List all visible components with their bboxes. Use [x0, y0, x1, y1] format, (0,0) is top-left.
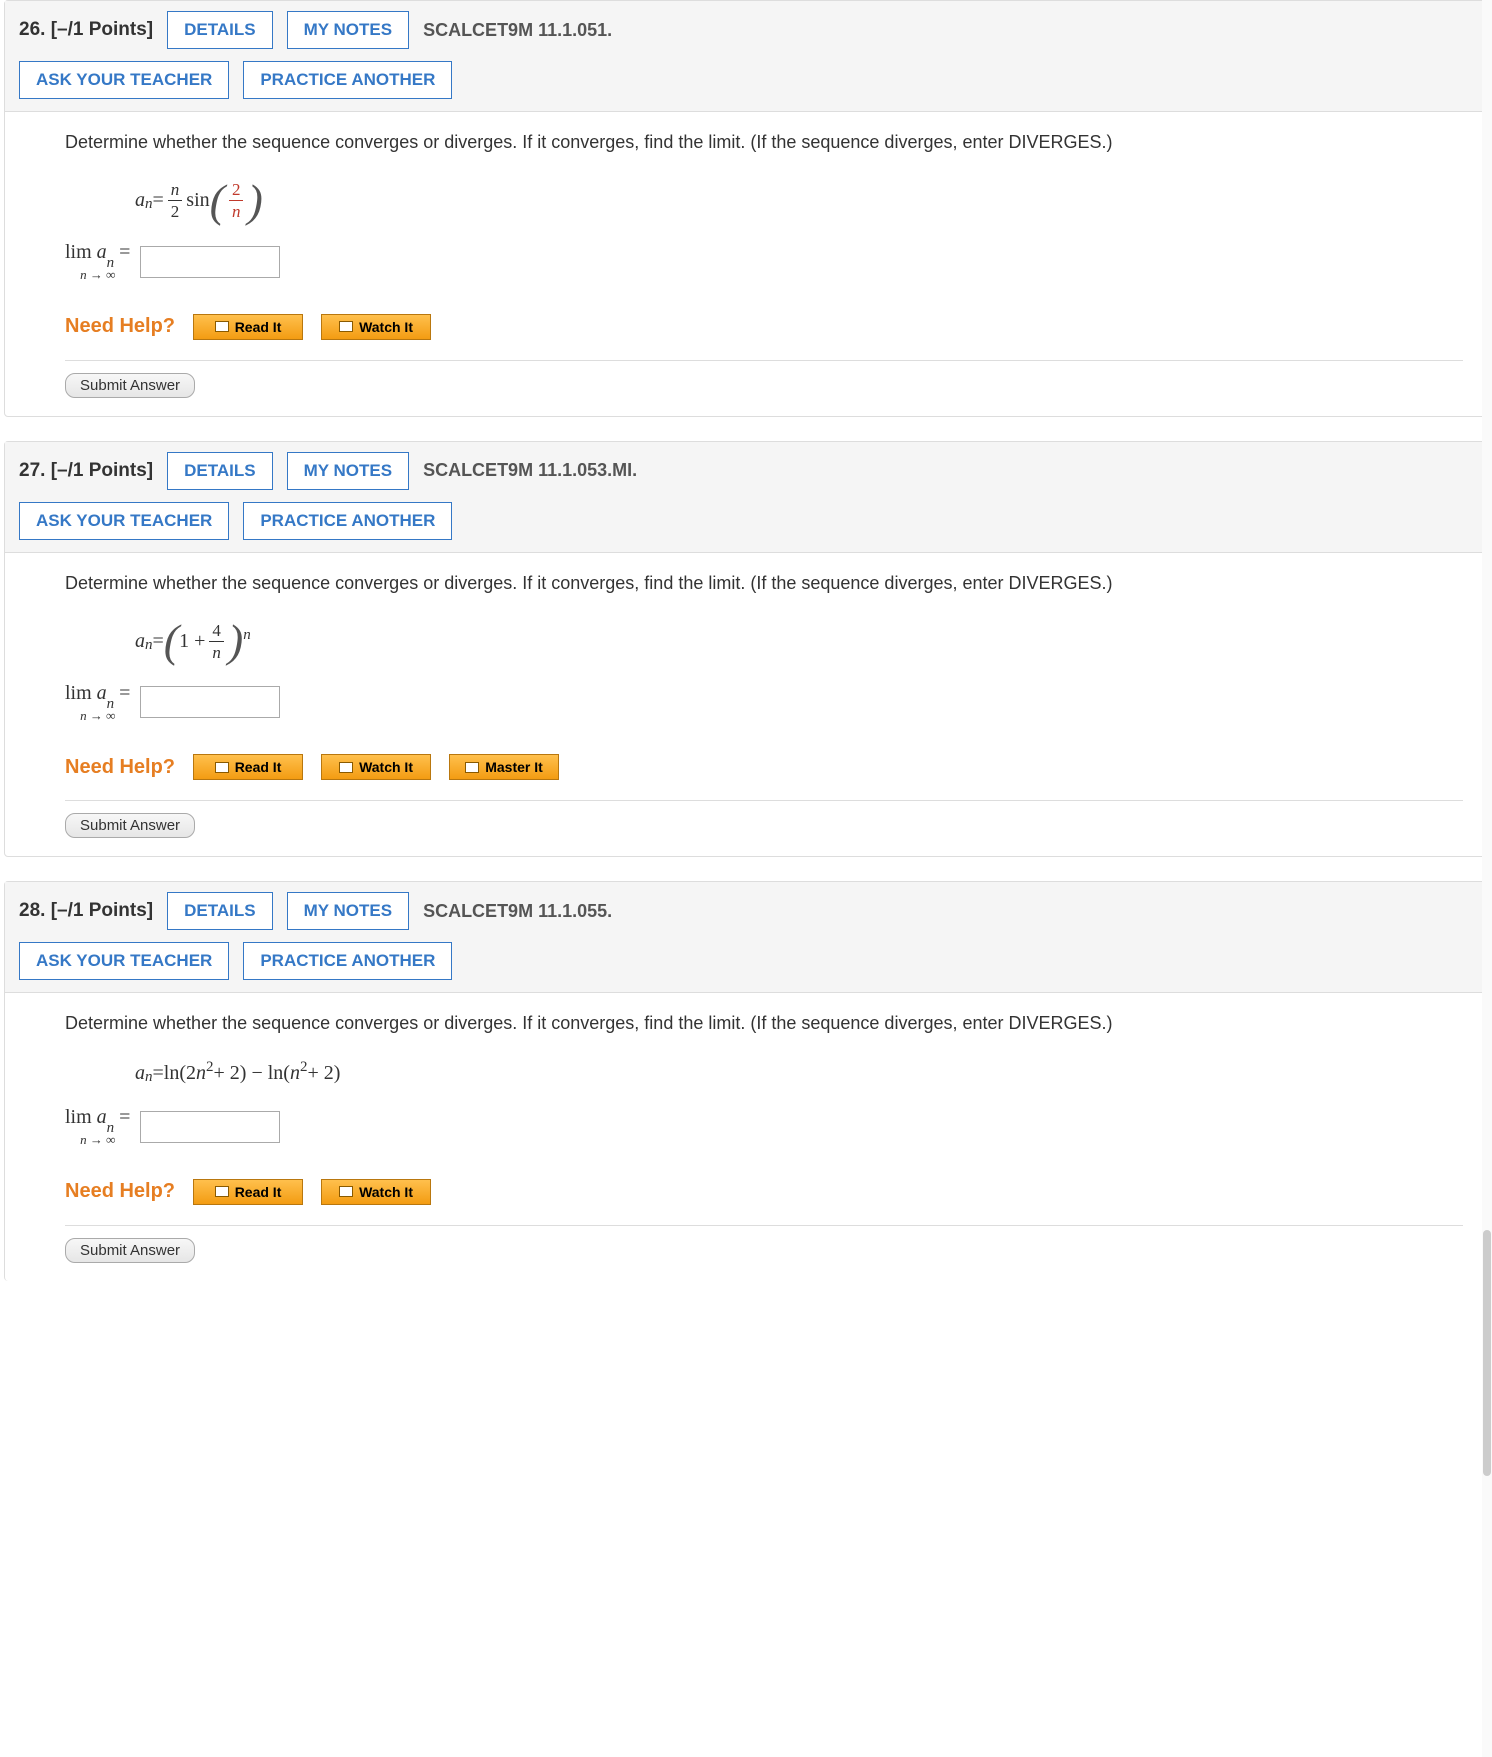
limit-row: lim an = n → ∞: [65, 683, 1463, 722]
reference-code: SCALCET9M 11.1.051.: [423, 20, 612, 41]
video-icon: [339, 1186, 353, 1197]
limit-expression: lim an = n → ∞: [65, 1107, 130, 1146]
ask-teacher-button[interactable]: ASK YOUR TEACHER: [19, 502, 229, 540]
book-icon: [215, 762, 229, 773]
submit-row: Submit Answer: [65, 1225, 1463, 1263]
need-help-label: Need Help?: [65, 1180, 175, 1203]
scrollbar[interactable]: [1482, 0, 1492, 1757]
limit-row: lim an = n → ∞: [65, 1107, 1463, 1146]
details-button[interactable]: DETAILS: [167, 892, 272, 930]
question-body: Determine whether the sequence converges…: [5, 553, 1487, 857]
my-notes-button[interactable]: MY NOTES: [287, 892, 409, 930]
need-help-row: Need Help? Read It Watch It Master It: [65, 754, 1463, 780]
need-help-row: Need Help? Read It Watch It: [65, 314, 1463, 340]
practice-another-button[interactable]: PRACTICE ANOTHER: [243, 502, 452, 540]
question-26: 26. [–/1 Points] DETAILS MY NOTES SCALCE…: [4, 0, 1488, 417]
submit-answer-button[interactable]: Submit Answer: [65, 813, 195, 838]
question-prompt: Determine whether the sequence converges…: [65, 1011, 1463, 1036]
question-28: 28. [–/1 Points] DETAILS MY NOTES SCALCE…: [4, 881, 1488, 1281]
video-icon: [339, 762, 353, 773]
my-notes-button[interactable]: MY NOTES: [287, 11, 409, 49]
read-it-button[interactable]: Read It: [193, 1179, 303, 1205]
ask-teacher-button[interactable]: ASK YOUR TEACHER: [19, 942, 229, 980]
reference-code: SCALCET9M 11.1.053.MI.: [423, 460, 637, 481]
master-it-button[interactable]: Master It: [449, 754, 559, 780]
submit-answer-button[interactable]: Submit Answer: [65, 1238, 195, 1263]
submit-row: Submit Answer: [65, 800, 1463, 838]
question-number: 28. [–/1 Points]: [19, 900, 153, 922]
star-icon: [465, 762, 479, 773]
limit-expression: lim an = n → ∞: [65, 683, 130, 722]
question-prompt: Determine whether the sequence converges…: [65, 571, 1463, 596]
formula: an = 1 + 4nn: [135, 622, 1463, 661]
practice-another-button[interactable]: PRACTICE ANOTHER: [243, 942, 452, 980]
question-header: 26. [–/1 Points] DETAILS MY NOTES SCALCE…: [5, 1, 1487, 112]
question-prompt: Determine whether the sequence converges…: [65, 130, 1463, 155]
need-help-label: Need Help?: [65, 756, 175, 779]
question-header: 27. [–/1 Points] DETAILS MY NOTES SCALCE…: [5, 442, 1487, 553]
watch-it-button[interactable]: Watch It: [321, 314, 431, 340]
submit-answer-button[interactable]: Submit Answer: [65, 373, 195, 398]
question-body: Determine whether the sequence converges…: [5, 993, 1487, 1281]
my-notes-button[interactable]: MY NOTES: [287, 452, 409, 490]
video-icon: [339, 321, 353, 332]
question-number: 26. [–/1 Points]: [19, 19, 153, 41]
scrollbar-thumb[interactable]: [1483, 1230, 1491, 1476]
formula: an = n2 sin 2n: [135, 181, 1463, 220]
read-it-button[interactable]: Read It: [193, 754, 303, 780]
question-header: 28. [–/1 Points] DETAILS MY NOTES SCALCE…: [5, 882, 1487, 993]
question-body: Determine whether the sequence converges…: [5, 112, 1487, 416]
answer-input[interactable]: [140, 1111, 280, 1143]
limit-row: lim an = n → ∞: [65, 242, 1463, 281]
submit-row: Submit Answer: [65, 360, 1463, 398]
formula: an = ln(2n2 + 2) − ln(n2 + 2): [135, 1062, 1463, 1085]
need-help-label: Need Help?: [65, 315, 175, 338]
book-icon: [215, 1186, 229, 1197]
practice-another-button[interactable]: PRACTICE ANOTHER: [243, 61, 452, 99]
reference-code: SCALCET9M 11.1.055.: [423, 901, 612, 922]
read-it-button[interactable]: Read It: [193, 314, 303, 340]
details-button[interactable]: DETAILS: [167, 452, 272, 490]
watch-it-button[interactable]: Watch It: [321, 754, 431, 780]
details-button[interactable]: DETAILS: [167, 11, 272, 49]
book-icon: [215, 321, 229, 332]
watch-it-button[interactable]: Watch It: [321, 1179, 431, 1205]
answer-input[interactable]: [140, 686, 280, 718]
limit-expression: lim an = n → ∞: [65, 242, 130, 281]
question-number: 27. [–/1 Points]: [19, 460, 153, 482]
answer-input[interactable]: [140, 246, 280, 278]
question-27: 27. [–/1 Points] DETAILS MY NOTES SCALCE…: [4, 441, 1488, 858]
ask-teacher-button[interactable]: ASK YOUR TEACHER: [19, 61, 229, 99]
need-help-row: Need Help? Read It Watch It: [65, 1179, 1463, 1205]
